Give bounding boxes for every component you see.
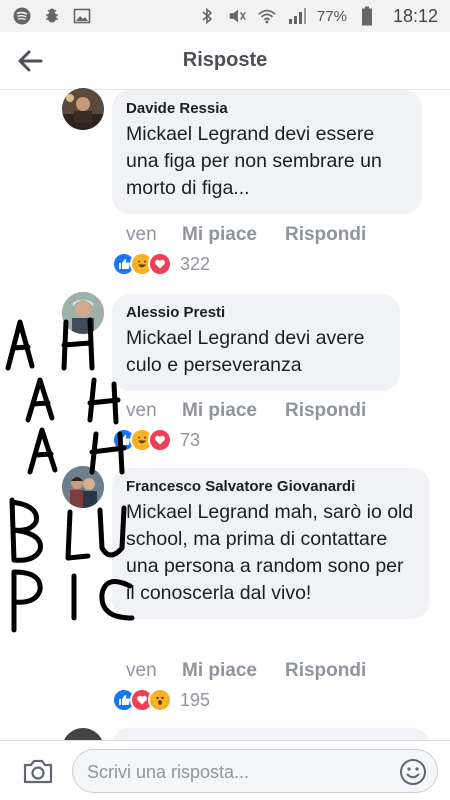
avatar[interactable] [62, 88, 104, 130]
app-header: Risposte [0, 32, 450, 90]
wifi-icon [257, 6, 277, 26]
reply-composer [0, 740, 450, 800]
comment-actions: ven Mi piace Rispondi [126, 224, 394, 246]
reply-button[interactable]: Rispondi [285, 224, 366, 246]
image-icon [72, 6, 92, 26]
comment-author[interactable]: Francesco Salvatore Giovanardi [126, 478, 416, 495]
battery-icon [357, 6, 377, 26]
love-reaction-icon [148, 428, 172, 452]
comment-time[interactable]: ven [126, 400, 182, 422]
comment-author[interactable]: Davide Ressia [126, 100, 408, 117]
reply-button[interactable]: Rispondi [285, 660, 366, 682]
comment-text: Mickael Legrand devi essere una figa per… [126, 123, 382, 199]
reaction-count: 322 [180, 253, 211, 274]
reply-input[interactable] [85, 750, 389, 794]
avatar[interactable] [62, 466, 104, 508]
reaction-summary[interactable]: 322 [112, 252, 210, 276]
comment-actions: ven Mi piace Rispondi [126, 660, 394, 682]
love-reaction-icon [148, 252, 172, 276]
comment-bubble: Alessio Presti Mickael Legrand devi aver… [112, 294, 400, 391]
comment-time[interactable]: ven [126, 224, 182, 246]
camera-icon [23, 759, 53, 784]
comment-bubble: Davide Ressia Mickael Legrand devi esser… [112, 90, 422, 214]
comment-author[interactable]: Alessio Presti [126, 304, 386, 321]
camera-button[interactable] [22, 757, 54, 785]
reaction-summary[interactable]: 195 [112, 688, 210, 712]
clock: 18:12 [392, 5, 438, 26]
like-button[interactable]: Mi piace [182, 660, 257, 682]
reaction-summary[interactable]: 73 [112, 428, 200, 452]
reply-input-box[interactable] [72, 749, 438, 794]
signal-icon [287, 6, 307, 26]
wow-reaction-icon [148, 688, 172, 712]
mute-icon [227, 6, 247, 26]
bug-icon [42, 6, 62, 26]
spotify-icon [12, 6, 32, 26]
comment-time[interactable]: ven [126, 660, 182, 682]
status-bar: 77% 18:12 [0, 0, 450, 32]
battery-percent: 77% [316, 7, 347, 25]
like-button[interactable]: Mi piace [182, 224, 257, 246]
comment-text: Mickael Legrand devi avere culo e persev… [126, 327, 365, 376]
avatar[interactable] [62, 292, 104, 334]
smiley-icon [400, 759, 426, 785]
page-title: Risposte [182, 49, 268, 71]
reaction-count: 195 [180, 689, 211, 710]
emoji-button[interactable] [399, 758, 427, 786]
reaction-count: 73 [180, 429, 201, 450]
comment-text: Mickael Legrand mah, sarò io old school,… [126, 501, 414, 604]
comment-bubble: Francesco Salvatore Giovanardi Mickael L… [112, 468, 430, 619]
bluetooth-icon [197, 6, 217, 26]
reply-button[interactable]: Rispondi [285, 400, 366, 422]
comment-actions: ven Mi piace Rispondi [126, 400, 394, 422]
like-button[interactable]: Mi piace [182, 400, 257, 422]
